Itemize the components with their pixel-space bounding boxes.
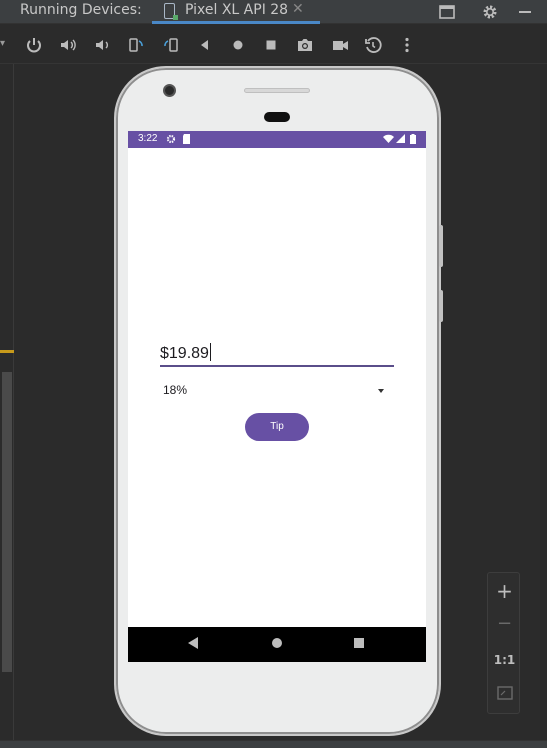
- tip-percent-value: 18%: [163, 383, 188, 397]
- screenshot-icon[interactable]: [296, 36, 314, 54]
- signal-icon: [396, 134, 405, 147]
- more-icon[interactable]: [398, 36, 416, 54]
- nav-overview-icon[interactable]: [353, 636, 365, 650]
- device-tab-label: Pixel XL API 28: [185, 2, 289, 18]
- window-layout-icon[interactable]: [437, 2, 457, 22]
- volume-down-icon[interactable]: [93, 36, 111, 54]
- phone-side-button: [439, 225, 443, 267]
- phone-side-button: [439, 290, 443, 322]
- running-devices-tabbar: Running Devices: Pixel XL API 28 ✕: [0, 0, 547, 24]
- phone-earpiece: [264, 112, 290, 122]
- running-devices-title: Running Devices:: [20, 2, 142, 18]
- sd-card-icon: [182, 134, 191, 147]
- left-scrollbar[interactable]: [2, 372, 12, 672]
- bill-amount-input[interactable]: $19.89: [160, 341, 394, 367]
- screen-record-icon[interactable]: [331, 36, 349, 54]
- zoom-controls: + − 1:1: [487, 572, 520, 714]
- gear-icon[interactable]: [480, 2, 500, 22]
- status-time: 3:22: [138, 133, 158, 144]
- ide-status-bar: [0, 740, 547, 748]
- settings-status-icon: [166, 134, 176, 147]
- device-phone-icon: [164, 3, 178, 20]
- rotate-right-icon[interactable]: [162, 36, 180, 54]
- front-camera: [163, 84, 176, 97]
- rotate-left-icon[interactable]: [127, 36, 145, 54]
- tip-button[interactable]: Tip: [245, 413, 309, 441]
- fit-screen-icon[interactable]: [488, 685, 521, 704]
- tab-close-icon[interactable]: ✕: [292, 1, 304, 17]
- android-nav-bar: [128, 627, 426, 662]
- minimize-icon[interactable]: [515, 2, 535, 22]
- status-bar: 3:22: [128, 131, 426, 148]
- volume-up-icon[interactable]: [59, 36, 77, 54]
- zoom-out-button[interactable]: −: [488, 613, 521, 634]
- snapshot-icon[interactable]: [364, 36, 382, 54]
- wifi-icon: [383, 134, 394, 147]
- battery-icon: [410, 134, 416, 147]
- left-side-panel: ▾: [0, 38, 14, 748]
- actual-size-button[interactable]: 1:1: [488, 653, 521, 667]
- home-icon[interactable]: [229, 36, 247, 54]
- device-tab[interactable]: Pixel XL API 28 ✕: [152, 0, 320, 24]
- phone-screen: 3:22 $19.89 18% Tip: [128, 131, 426, 662]
- back-icon[interactable]: [196, 36, 214, 54]
- dropdown-arrow-icon: [378, 389, 384, 393]
- text-cursor: [209, 343, 211, 361]
- power-icon[interactable]: [25, 36, 43, 54]
- zoom-in-button[interactable]: +: [488, 579, 521, 603]
- nav-home-icon[interactable]: [271, 636, 283, 650]
- tip-percent-spinner[interactable]: 18%: [162, 381, 388, 401]
- phone-speaker-grille: [244, 88, 310, 93]
- bill-amount-value: $19.89: [160, 345, 209, 362]
- active-indicator: [0, 350, 14, 353]
- overview-icon[interactable]: [262, 36, 280, 54]
- device-toolbar: [0, 24, 547, 64]
- nav-back-icon[interactable]: [187, 636, 199, 650]
- collapse-arrow-icon[interactable]: ▾: [0, 38, 5, 49]
